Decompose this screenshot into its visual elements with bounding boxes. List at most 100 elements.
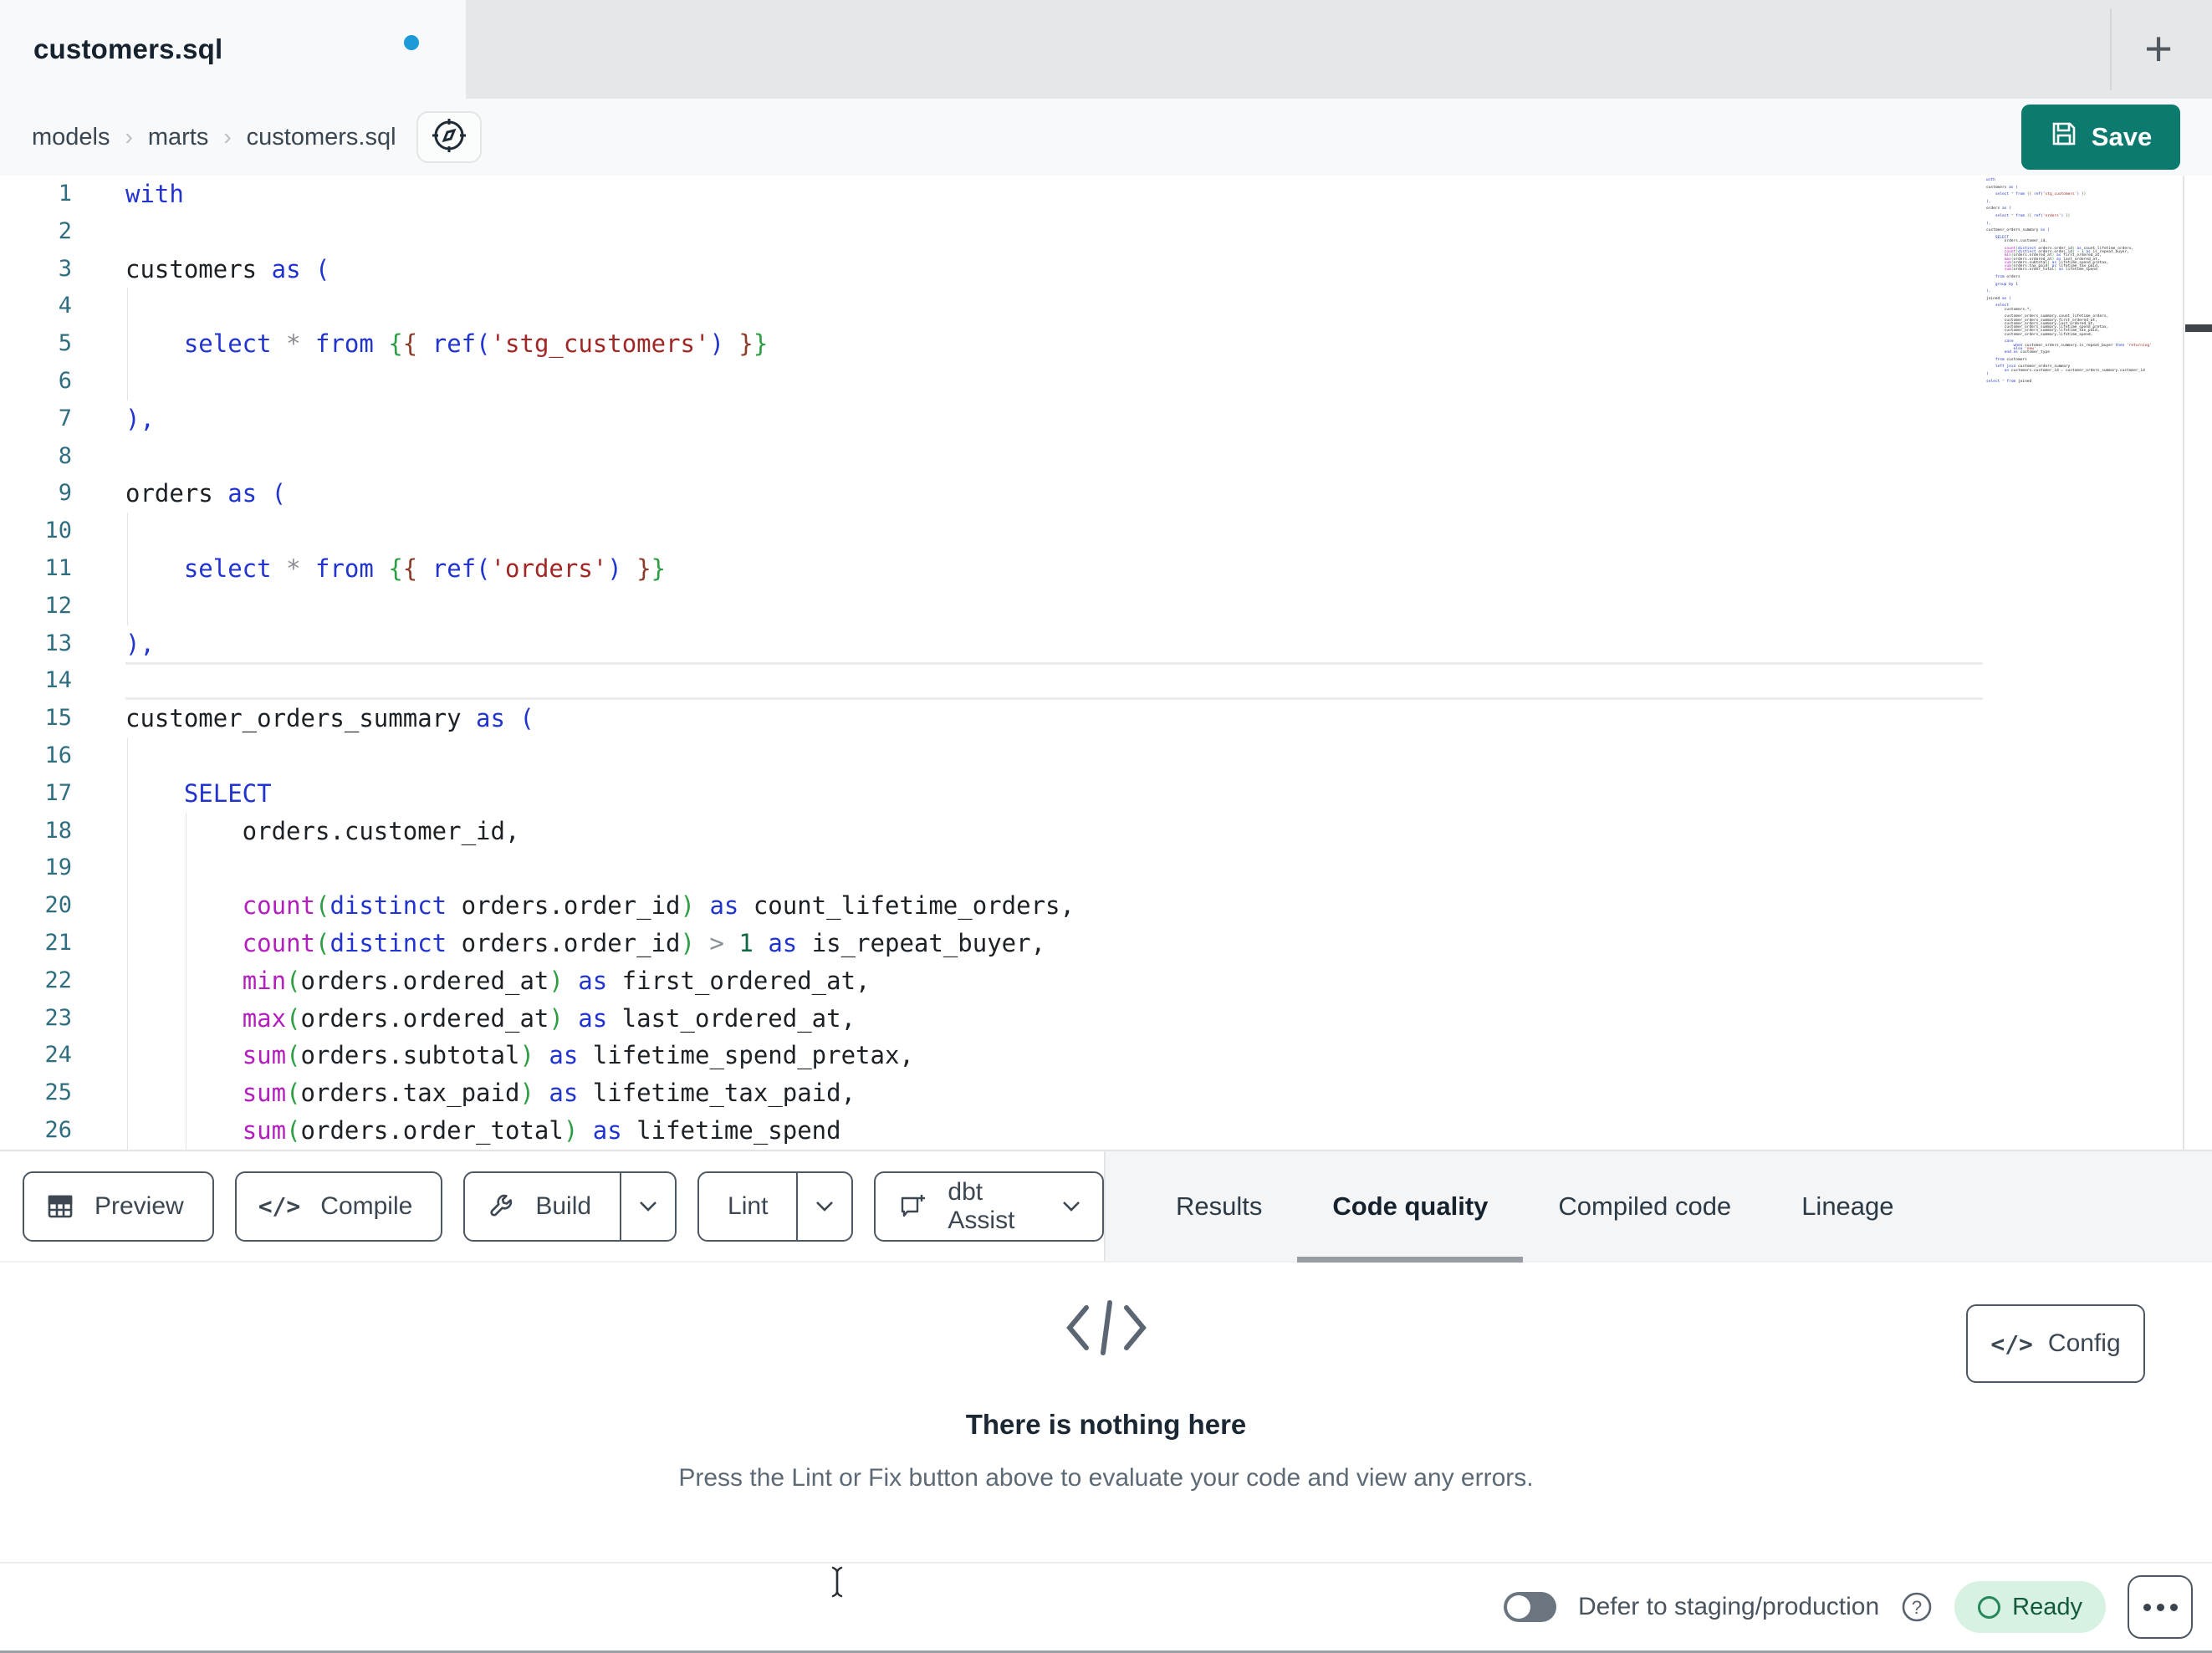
assist-sparkle-chat-icon — [897, 1191, 927, 1222]
minimap[interactable]: with customers as ( select * from {{ ref(… — [1986, 178, 2152, 384]
code-line[interactable]: 19 — [0, 849, 2212, 888]
active-tab-underline — [1297, 1257, 1524, 1263]
breadcrumb: models › marts › customers.sql — [0, 124, 396, 151]
indent-guide — [127, 924, 128, 962]
assist-label: dbt Assist — [948, 1177, 1015, 1234]
config-label: Config — [2047, 1329, 2121, 1357]
config-button[interactable]: </> Config — [1966, 1304, 2145, 1383]
breadcrumb-row: models › marts › customers.sql Save — [0, 99, 2212, 176]
tab-label: Results — [1176, 1191, 1263, 1221]
code-line[interactable]: 3 customers as ( — [0, 251, 2212, 288]
line-number: 6 — [58, 367, 72, 394]
tab-strip-divider — [2110, 8, 2112, 90]
wrench-icon — [487, 1192, 515, 1221]
code-line[interactable]: 2 — [0, 213, 2212, 251]
indent-guide — [127, 737, 128, 775]
line-number: 18 — [44, 817, 72, 844]
code-line[interactable]: 13), — [0, 625, 2212, 663]
line-number: 10 — [44, 518, 72, 544]
dbt-assist-button[interactable]: dbt Assist — [874, 1171, 1104, 1242]
code-line[interactable]: 16 — [0, 737, 2212, 775]
code-line[interactable]: 10 — [0, 513, 2212, 550]
compile-label: Compile — [320, 1191, 413, 1220]
preview-label: Preview — [95, 1191, 184, 1220]
table-icon — [46, 1192, 74, 1221]
unsaved-indicator-dot — [404, 35, 419, 50]
line-number: 2 — [58, 217, 72, 244]
indent-guide — [127, 513, 128, 550]
indent-guide — [127, 962, 128, 1000]
line-number: 15 — [44, 705, 72, 732]
breadcrumb-marts[interactable]: marts — [148, 124, 209, 151]
save-icon — [2050, 120, 2078, 155]
code-line[interactable]: 12 — [0, 587, 2212, 625]
line-number: 1 — [58, 181, 72, 207]
tab-compiled-code[interactable]: Compiled code — [1523, 1151, 1766, 1261]
chevron-down-icon — [639, 1201, 657, 1212]
preview-button[interactable]: Preview — [23, 1171, 214, 1242]
code-line[interactable]: 1 with — [0, 176, 2212, 213]
status-badge: Ready — [1954, 1581, 2106, 1633]
tab-title: customers.sql — [33, 33, 223, 64]
scrollbar-thumb[interactable] — [2185, 324, 2212, 332]
code-line[interactable]: 17 SELECT — [0, 774, 2212, 813]
code-line[interactable]: 7), — [0, 400, 2212, 438]
line-number: 26 — [44, 1116, 72, 1143]
code-line[interactable]: 6 — [0, 362, 2212, 400]
line-number: 12 — [44, 592, 72, 619]
empty-state-description: Press the Lint or Fix button above to ev… — [678, 1464, 1534, 1492]
svg-text:?: ? — [1912, 1597, 1922, 1618]
line-number: 13 — [44, 630, 72, 656]
code-line[interactable]: 21 count(distinct orders.order_id) > 1 a… — [0, 924, 2212, 962]
line-number: 5 — [58, 330, 72, 357]
code-line[interactable]: 26 sum(orders.order_total) as lifetime_s… — [0, 1111, 2212, 1150]
minimap-line: select * from joined — [1986, 379, 2032, 384]
code-line[interactable]: 4 — [0, 288, 2212, 326]
ready-circle-icon — [1978, 1595, 2001, 1619]
compile-button[interactable]: </> Compile — [234, 1171, 443, 1242]
new-tab-button[interactable]: + — [2128, 18, 2189, 79]
line-number: 21 — [44, 929, 72, 956]
chevron-down-icon — [1062, 1201, 1080, 1212]
breadcrumb-models[interactable]: models — [32, 124, 110, 151]
tab-lineage[interactable]: Lineage — [1766, 1151, 1928, 1261]
line-number: 19 — [44, 855, 72, 881]
code-line[interactable]: 8 — [0, 438, 2212, 476]
breadcrumb-file: customers.sql — [246, 123, 396, 151]
lint-button[interactable]: Lint — [697, 1171, 854, 1242]
code-line[interactable]: 20 count(distinct orders.order_id) as co… — [0, 887, 2212, 925]
defer-toggle[interactable] — [1503, 1592, 1556, 1622]
indent-guide — [127, 887, 128, 925]
chevron-right-icon: › — [223, 124, 232, 150]
indent-guide — [127, 812, 128, 850]
tab-label: Code quality — [1332, 1191, 1489, 1221]
editor-scroll-gutter — [2183, 176, 2184, 1150]
build-dropdown[interactable] — [620, 1172, 675, 1240]
code-line[interactable]: 25 sum(orders.tax_paid) as lifetime_tax_… — [0, 1074, 2212, 1112]
lint-dropdown[interactable] — [796, 1172, 851, 1240]
code-line[interactable]: 11 select * from {{ ref('orders') }} — [0, 549, 2212, 588]
indent-guide — [127, 774, 128, 813]
build-button[interactable]: Build — [463, 1171, 677, 1242]
line-number: 20 — [44, 892, 72, 919]
result-tabs: Results Code quality Compiled code Lineage — [1141, 1151, 1929, 1263]
tab-results[interactable]: Results — [1141, 1151, 1297, 1261]
dbt-ide-window: customers.sql + models › marts › custome… — [0, 0, 2212, 1653]
code-line[interactable]: 22 min(orders.ordered_at) as first_order… — [0, 962, 2212, 1000]
code-line[interactable]: 9 orders as ( — [0, 475, 2212, 513]
save-button[interactable]: Save — [2021, 105, 2180, 170]
tab-label: Lineage — [1801, 1191, 1894, 1221]
code-icon: </> — [1990, 1329, 2033, 1358]
tab-customers-sql[interactable]: customers.sql — [0, 0, 466, 99]
help-icon[interactable]: ? — [1901, 1591, 1933, 1623]
code-editor[interactable]: 1 with 2 3 customers as (4 5 select * from {{… — [0, 176, 2212, 1150]
code-line[interactable]: 5 select * from {{ ref('stg_customers') … — [0, 325, 2212, 363]
line-number: 14 — [44, 667, 72, 694]
code-line[interactable]: 18 orders.customer_id, — [0, 812, 2212, 850]
overflow-menu-button[interactable] — [2128, 1575, 2193, 1639]
lineage-compass-button[interactable] — [416, 111, 482, 163]
code-line[interactable]: 15 customer_orders_summary as ( — [0, 700, 2212, 737]
code-line[interactable]: 23 max(orders.ordered_at) as last_ordere… — [0, 999, 2212, 1038]
code-line[interactable]: 24 sum(orders.subtotal) as lifetime_spen… — [0, 1037, 2212, 1075]
tab-code-quality[interactable]: Code quality — [1297, 1151, 1524, 1263]
